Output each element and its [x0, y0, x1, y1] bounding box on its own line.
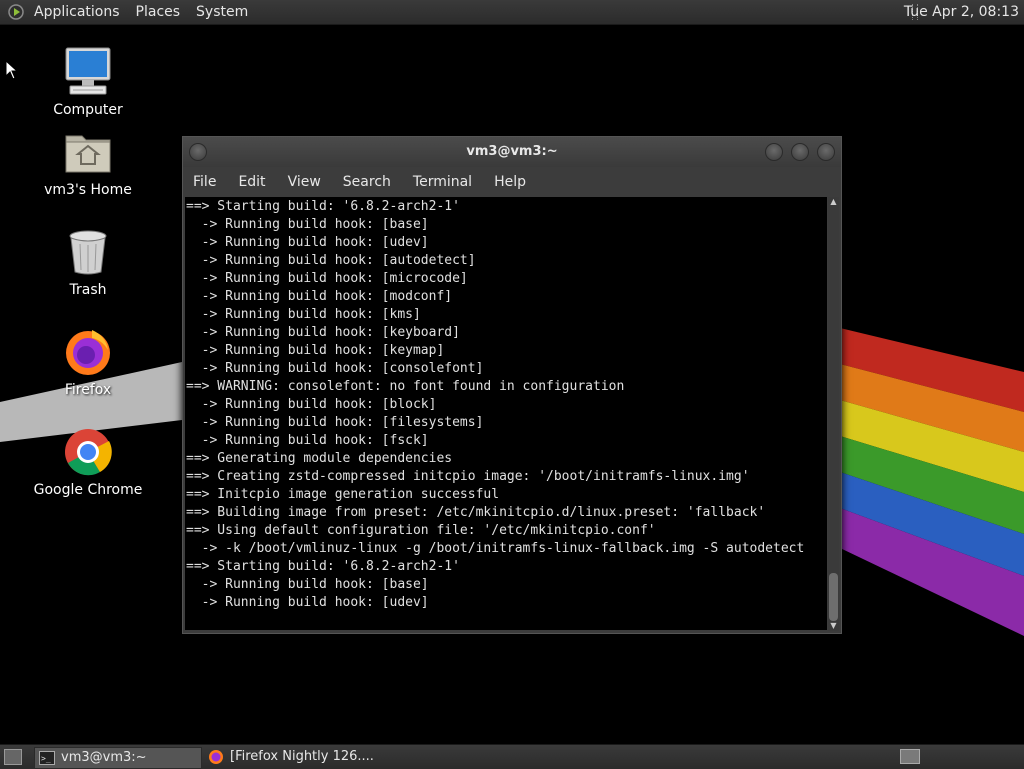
terminal-line: -> Running build hook: [microcode] — [186, 271, 468, 286]
applications-logo-icon[interactable] — [8, 4, 24, 20]
terminal-line: -> Running build hook: [block] — [186, 397, 437, 412]
bottom-panel: >_ vm3@vm3:~ [Firefox Nightly 126.... — [0, 744, 1024, 769]
desktop-icon-chrome[interactable]: Google Chrome — [28, 426, 148, 498]
terminal-line: -> Running build hook: [consolefont] — [186, 361, 484, 376]
home-folder-icon — [65, 135, 111, 173]
maximize-button[interactable] — [791, 143, 809, 161]
menu-help[interactable]: Help — [484, 174, 538, 190]
chrome-icon — [65, 429, 112, 476]
firefox-icon — [209, 750, 223, 764]
terminal-line: ==> Starting build: '6.8.2-arch2-1' — [186, 559, 460, 574]
system-menu[interactable]: System — [188, 0, 256, 24]
menu-view[interactable]: View — [278, 174, 333, 190]
computer-icon — [65, 47, 111, 95]
desktop-icon-label: vm3's Home — [44, 182, 132, 198]
terminal-line: ==> WARNING: consolefont: no font found … — [186, 379, 625, 394]
desktop-icon-label: Google Chrome — [33, 482, 143, 498]
terminal-line: -> Running build hook: [base] — [186, 577, 429, 592]
places-menu[interactable]: Places — [128, 0, 189, 24]
terminal-line: -> -k /boot/vmlinuz-linux -g /boot/initr… — [186, 541, 805, 556]
desktop-icon-label: Trash — [69, 282, 107, 298]
desktop-icon-computer[interactable]: Computer — [28, 46, 148, 118]
taskbar-item-firefox[interactable]: [Firefox Nightly 126.... — [204, 747, 384, 767]
scroll-up-icon[interactable]: ▲ — [828, 197, 839, 207]
top-panel: Applications Places System Tue Apr 2, 08… — [0, 0, 1024, 25]
desktop-icon-firefox[interactable]: Firefox — [28, 326, 148, 398]
window-title: vm3@vm3:~ — [466, 144, 558, 159]
terminal-icon: >_ — [39, 751, 55, 765]
terminal-line: -> Running build hook: [keyboard] — [186, 325, 460, 340]
desktop-icon-home[interactable]: vm3's Home — [28, 126, 148, 198]
terminal-line: -> Running build hook: [base] — [186, 217, 429, 232]
taskbar-item-terminal[interactable]: >_ vm3@vm3:~ — [34, 747, 202, 769]
svg-text:>_: >_ — [41, 754, 51, 763]
terminal-line: -> Running build hook: [fsck] — [186, 433, 429, 448]
terminal-line: -> Running build hook: [udev] — [186, 595, 429, 610]
terminal-line: ==> Using default configuration file: '/… — [186, 523, 656, 538]
terminal-line: -> Running build hook: [modconf] — [186, 289, 453, 304]
desktop-icon-trash[interactable]: Trash — [28, 226, 148, 298]
menu-search[interactable]: Search — [333, 174, 403, 190]
menu-file[interactable]: File — [183, 174, 228, 190]
terminal-line: -> Running build hook: [udev] — [186, 235, 429, 250]
window-titlebar[interactable]: vm3@vm3:~ — [183, 137, 841, 167]
desktop-icon-label: Firefox — [64, 382, 112, 398]
desktop-icon-label: Computer — [53, 102, 123, 118]
terminal-line: -> Running build hook: [autodetect] — [186, 253, 476, 268]
trash-icon — [69, 230, 107, 275]
menu-terminal[interactable]: Terminal — [403, 174, 484, 190]
terminal-line: ==> Starting build: '6.8.2-arch2-1' — [186, 199, 460, 214]
clock[interactable]: Tue Apr 2, 08:13 — [904, 0, 1019, 24]
terminal-line: -> Running build hook: [kms] — [186, 307, 421, 322]
scrollbar-thumb[interactable] — [829, 573, 838, 621]
terminal-output[interactable]: ==> Starting build: '6.8.2-arch2-1' -> R… — [185, 197, 827, 630]
terminal-line: -> Running build hook: [filesystems] — [186, 415, 484, 430]
terminal-window[interactable]: vm3@vm3:~ File Edit View Search Terminal… — [182, 136, 842, 634]
terminal-line: -> Running build hook: [keymap] — [186, 343, 445, 358]
terminal-line: ==> Building image from preset: /etc/mki… — [186, 505, 766, 520]
minimize-button[interactable] — [765, 143, 783, 161]
terminal-line: ==> Creating zstd-compressed initcpio im… — [186, 469, 750, 484]
applications-menu[interactable]: Applications — [26, 0, 128, 24]
menu-edit[interactable]: Edit — [228, 174, 277, 190]
terminal-line: ==> Generating module dependencies — [186, 451, 453, 466]
terminal-line: ==> Initcpio image generation successful — [186, 487, 500, 502]
taskbar-item-label: vm3@vm3:~ — [61, 750, 147, 765]
close-button[interactable] — [817, 143, 835, 161]
mouse-pointer-icon — [5, 60, 17, 80]
show-desktop-icon[interactable] — [4, 749, 22, 765]
taskbar-item-label: [Firefox Nightly 126.... — [230, 749, 374, 764]
scroll-down-icon[interactable]: ▼ — [828, 621, 839, 631]
workspace-switcher-icon[interactable] — [900, 749, 920, 764]
terminal-scrollbar[interactable]: ▲ ▼ — [828, 197, 839, 631]
terminal-menubar: File Edit View Search Terminal Help — [183, 167, 841, 197]
firefox-icon — [66, 330, 110, 375]
